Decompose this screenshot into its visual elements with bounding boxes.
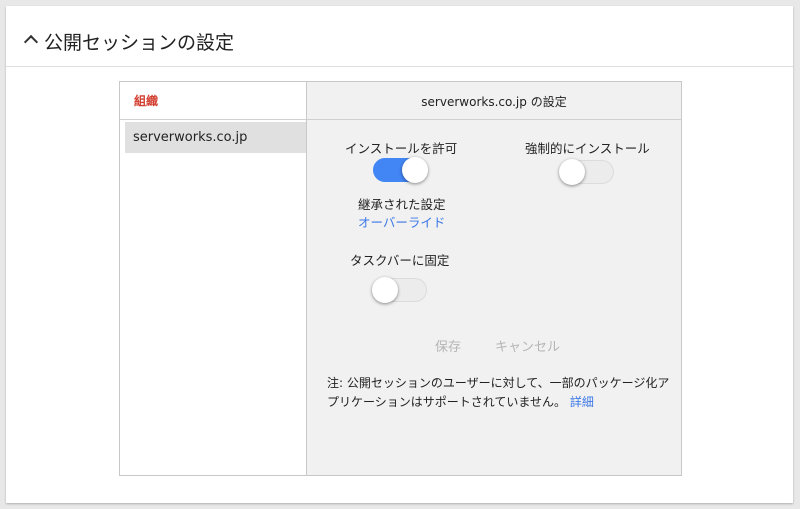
org-header-label: 組織 bbox=[134, 94, 159, 108]
pin-taskbar-label: タスクバーに固定 bbox=[350, 253, 450, 268]
allow-install-label: インストールを許可 bbox=[345, 141, 458, 156]
override-link[interactable]: オーバーライド bbox=[358, 212, 445, 231]
public-session-settings-card: 公開セッションの設定 組織 serverworks.co.jp serverwo… bbox=[6, 6, 793, 503]
settings-panel: 組織 serverworks.co.jp serverworks.co.jp の… bbox=[119, 81, 682, 476]
org-item-serverworks[interactable]: serverworks.co.jp bbox=[125, 122, 306, 153]
save-button[interactable]: 保存 bbox=[435, 336, 461, 355]
cancel-button[interactable]: キャンセル bbox=[495, 336, 560, 355]
details-link[interactable]: 詳細 bbox=[570, 395, 594, 409]
note-body: 注: 公開セッションのユーザーに対して、一部のパッケージ化アプリケーションはサポ… bbox=[327, 376, 670, 409]
pin-taskbar-toggle[interactable] bbox=[372, 277, 427, 303]
toggle-knob bbox=[372, 277, 398, 303]
force-install-toggle[interactable] bbox=[559, 159, 614, 185]
inherited-setting-label: 継承された設定 bbox=[358, 197, 446, 212]
toggle-knob bbox=[559, 159, 585, 185]
page-title: 公開セッションの設定 bbox=[44, 32, 235, 54]
org-column-header: 組織 bbox=[120, 82, 306, 120]
note-text: 注: 公開セッションのユーザーに対して、一部のパッケージ化アプリケーションはサポ… bbox=[327, 374, 672, 412]
settings-column-header: serverworks.co.jp の設定 bbox=[307, 82, 681, 120]
settings-column: serverworks.co.jp の設定 インストールを許可 継承された設定 … bbox=[307, 82, 681, 475]
allow-install-toggle[interactable] bbox=[373, 157, 428, 183]
settings-title: serverworks.co.jp の設定 bbox=[421, 95, 567, 109]
toggle-knob bbox=[402, 157, 428, 183]
org-item-label: serverworks.co.jp bbox=[133, 130, 248, 145]
force-install-label: 強制的にインストール bbox=[525, 141, 650, 156]
chevron-up-icon[interactable] bbox=[23, 34, 39, 50]
org-column: 組織 serverworks.co.jp bbox=[120, 82, 307, 475]
card-header[interactable]: 公開セッションの設定 bbox=[6, 6, 793, 67]
